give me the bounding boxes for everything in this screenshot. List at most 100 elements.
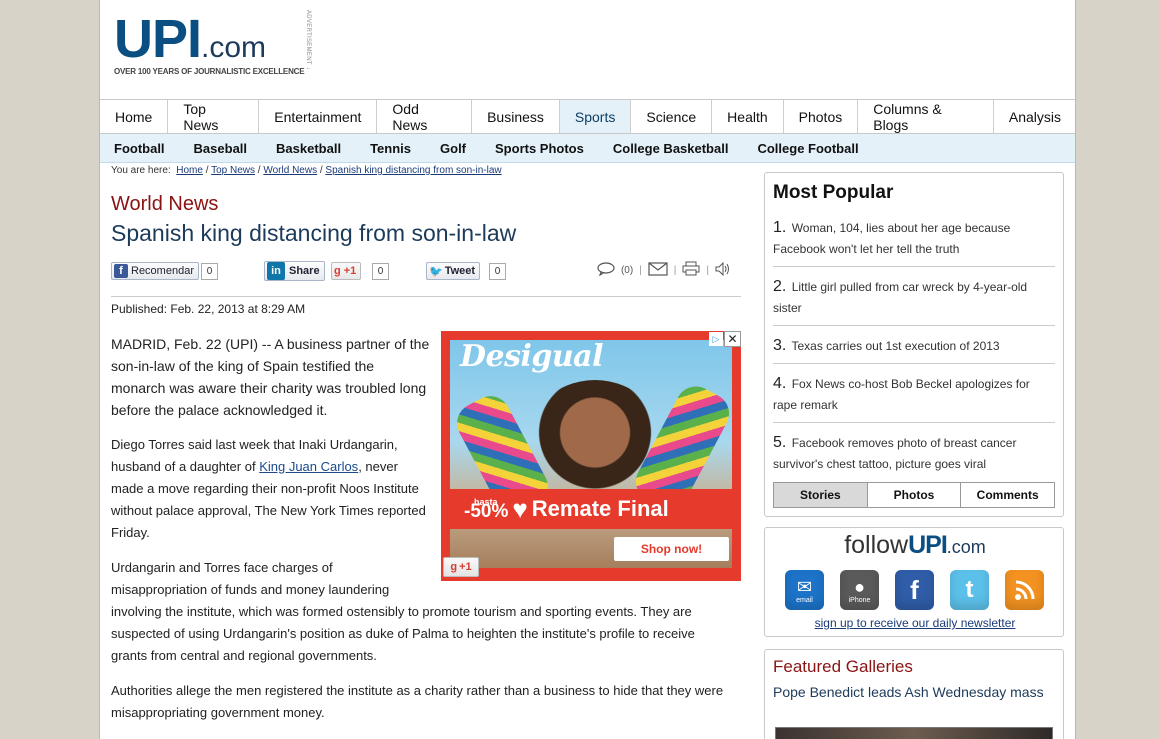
print-icon[interactable]	[682, 261, 700, 279]
popular-item-text[interactable]: Little girl pulled from car wreck by 4-y…	[773, 280, 1027, 315]
subnav-sports-photos[interactable]: Sports Photos	[495, 141, 584, 156]
popular-item-text[interactable]: Fox News co-host Bob Beckel apologizes f…	[773, 377, 1030, 412]
speaker-icon[interactable]	[715, 261, 731, 279]
upi-logo[interactable]: UPI.com OVER 100 YEARS OF JOURNALISTIC E…	[114, 9, 305, 76]
popular-item-text[interactable]: Texas carries out 1st execution of 2013	[791, 339, 999, 353]
breadcrumb-sep: /	[257, 165, 261, 176]
popular-item[interactable]: 1. Woman, 104, lies about her age becaus…	[773, 217, 1055, 260]
ad-image: Desigual	[450, 340, 732, 568]
tab-photos[interactable]: Photos	[868, 483, 962, 507]
most-popular-box: Most Popular 1. Woman, 104, lies about h…	[764, 172, 1064, 517]
section-title[interactable]: World News	[111, 193, 218, 216]
tweet-count: 0	[489, 263, 506, 280]
subnav-basketball[interactable]: Basketball	[276, 141, 341, 156]
king-juan-carlos-link[interactable]: King Juan Carlos	[259, 459, 358, 474]
tweet-button[interactable]: 🐦 Tweet	[426, 262, 481, 280]
nav-business[interactable]: Business	[472, 100, 560, 133]
tool-separator: |	[639, 264, 642, 276]
follow-icons: ✉ email ● iPhone f t	[785, 570, 1044, 610]
email-icon[interactable]	[648, 261, 668, 279]
nav-home[interactable]: Home	[100, 100, 169, 133]
logo-com: .com	[201, 31, 267, 64]
nav-entertainment[interactable]: Entertainment	[259, 100, 378, 133]
subnav-football[interactable]: Football	[114, 141, 165, 156]
nav-top-news[interactable]: Top News	[168, 100, 260, 133]
ad-headline: Remate Final	[531, 496, 669, 521]
newsletter-signup-link[interactable]: sign up to receive our daily newsletter	[765, 616, 1065, 630]
nav-analysis[interactable]: Analysis	[994, 100, 1075, 133]
tab-stories[interactable]: Stories	[774, 483, 868, 507]
breadcrumb-current[interactable]: Spanish king distancing from son-in-law	[325, 165, 501, 176]
sub-nav: Football Baseball Basketball Tennis Golf…	[100, 134, 1075, 163]
divider	[773, 325, 1055, 326]
subnav-college-basketball[interactable]: College Basketball	[613, 141, 729, 156]
logo-tagline: OVER 100 YEARS OF JOURNALISTIC EXCELLENC…	[114, 67, 305, 76]
nav-health[interactable]: Health	[712, 100, 784, 133]
divider	[773, 363, 1055, 364]
divider	[773, 266, 1055, 267]
tab-comments[interactable]: Comments	[961, 483, 1054, 507]
tool-separator: |	[673, 264, 677, 276]
rss-icon[interactable]	[1005, 570, 1044, 610]
facebook-icon[interactable]: f	[895, 570, 934, 610]
facebook-glyph: f	[910, 575, 919, 605]
facebook-count: 0	[201, 263, 218, 280]
article-paragraph: Authorities allege the men registered th…	[111, 683, 724, 720]
linkedin-share-button[interactable]: in Share	[264, 261, 325, 281]
adchoices-icon[interactable]: ▷	[709, 332, 723, 346]
nav-columns-blogs[interactable]: Columns & Blogs	[858, 100, 994, 133]
facebook-recommend-button[interactable]: f Recomendar	[111, 262, 199, 280]
ad-close-button[interactable]: ✕	[724, 331, 741, 347]
ad-offer-band: hasta -50% ♥ Remate Final	[450, 489, 732, 529]
subnav-college-football[interactable]: College Football	[757, 141, 858, 156]
gallery-thumbnail[interactable]	[775, 727, 1053, 739]
subnav-golf[interactable]: Golf	[440, 141, 466, 156]
nav-odd-news[interactable]: Odd News	[377, 100, 473, 133]
popular-item[interactable]: 4. Fox News co-host Bob Beckel apologize…	[773, 373, 1055, 416]
popular-item-number: 2.	[773, 278, 787, 295]
follow-upi-logo: UPI	[908, 531, 948, 559]
popular-tabs: Stories Photos Comments	[773, 482, 1055, 508]
breadcrumb-top-news[interactable]: Top News	[211, 165, 255, 176]
popular-item[interactable]: 5. Facebook removes photo of breast canc…	[773, 432, 1055, 475]
google-plus-button[interactable]: g +1	[331, 262, 362, 280]
follow-upi-box: followUPI.com ✉ email ● iPhone f t sign …	[764, 527, 1064, 637]
facebook-icon: f	[114, 264, 128, 278]
follow-upi-title: followUPI.com	[765, 531, 1065, 560]
iphone-icon[interactable]: ● iPhone	[840, 570, 879, 610]
breadcrumb-home[interactable]: Home	[176, 165, 203, 176]
follow-word: follow	[844, 531, 909, 559]
nav-science[interactable]: Science	[631, 100, 713, 133]
ad-google-plus-label: +1	[459, 561, 472, 573]
logo-upi: UPI	[114, 9, 202, 69]
popular-item-text[interactable]: Facebook removes photo of breast cancer …	[773, 436, 1016, 471]
subnav-baseball[interactable]: Baseball	[194, 141, 247, 156]
twitter-icon[interactable]: t	[950, 570, 989, 610]
subnav-tennis[interactable]: Tennis	[370, 141, 411, 156]
apple-glyph: ●	[854, 576, 865, 597]
ad-google-plus-button[interactable]: g +1	[443, 557, 479, 577]
google-plus-count: 0	[372, 263, 389, 280]
article-tools: (0) | | |	[597, 261, 731, 279]
comment-count[interactable]: (0)	[621, 265, 633, 276]
most-popular-title: Most Popular	[773, 182, 894, 203]
popular-item[interactable]: 3. Texas carries out 1st execution of 20…	[773, 335, 1055, 357]
google-plus-label: +1	[343, 265, 357, 277]
ad-brand: Desigual	[460, 340, 604, 374]
breadcrumb-world-news[interactable]: World News	[263, 165, 317, 176]
popular-item-text[interactable]: Woman, 104, lies about her age because F…	[773, 221, 1010, 256]
envelope-glyph: ✉	[796, 576, 813, 597]
email-icon[interactable]: ✉ email	[785, 570, 824, 610]
popular-item[interactable]: 2. Little girl pulled from car wreck by …	[773, 276, 1055, 319]
breadcrumb: You are here: Home / Top News / World Ne…	[111, 165, 502, 176]
article-headline: Spanish king distancing from son-in-law	[111, 220, 517, 246]
comment-icon[interactable]	[597, 261, 615, 279]
nav-sports[interactable]: Sports	[559, 100, 632, 133]
linkedin-share-label: Share	[289, 265, 320, 277]
desigual-ad[interactable]: Desigual hasta -50% ♥ Remate Final Shop …	[441, 331, 741, 581]
gallery-item-title[interactable]: Pope Benedict leads Ash Wednesday mass	[773, 681, 1055, 703]
nav-photos[interactable]: Photos	[784, 100, 859, 133]
ad-shop-now-button[interactable]: Shop now!	[614, 537, 729, 561]
popular-item-number: 3.	[773, 337, 787, 354]
twitter-bird-icon: 🐦	[429, 265, 443, 278]
